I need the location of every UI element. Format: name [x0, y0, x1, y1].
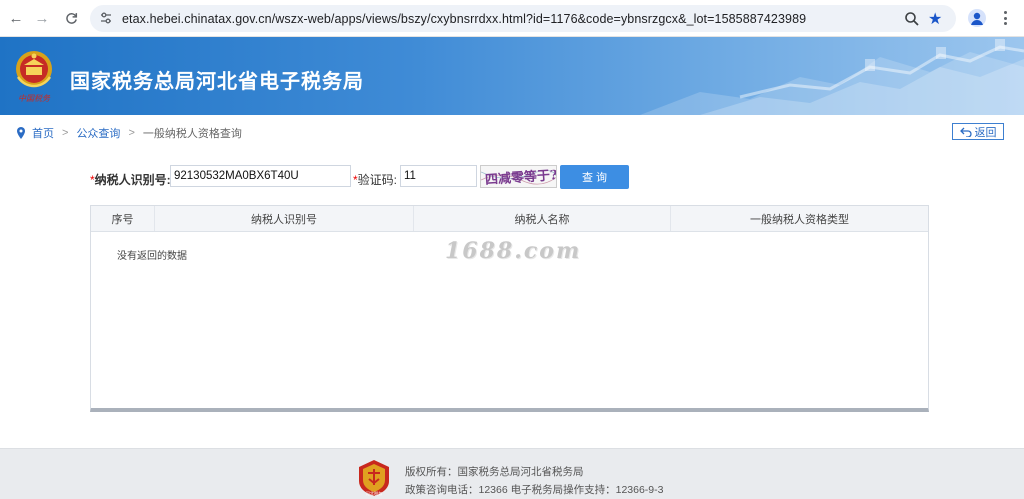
return-arrow-icon — [959, 127, 972, 137]
query-button[interactable]: 查 询 — [560, 165, 629, 189]
footer-copyright: 版权所有：国家税务总局河北省税务局 — [405, 466, 584, 478]
bookmark-star-icon[interactable]: ★ — [928, 9, 942, 29]
breadcrumb-home[interactable]: 首页 — [32, 125, 54, 141]
breadcrumb-current: 一般纳税人资格查询 — [142, 128, 242, 140]
footer-tax-logo-icon: 河北税务 — [359, 460, 389, 497]
browser-toolbar: ← → etax.hebei.chinatax.gov.cn/wszx-web/… — [0, 0, 1024, 37]
captcha-text: 四减零等于? — [485, 167, 557, 188]
emblem-caption: 中国税务 — [18, 94, 51, 103]
location-pin-icon — [17, 127, 25, 139]
address-bar[interactable]: etax.hebei.chinatax.gov.cn/wszx-web/apps… — [90, 5, 956, 32]
column-header-taxpayer-id[interactable]: 纳税人识别号 — [155, 206, 414, 231]
return-button[interactable]: 返回 — [952, 123, 1004, 140]
breadcrumb: 首页 > 公众查询 > 一般纳税人资格查询 — [16, 125, 242, 141]
site-settings-icon[interactable] — [99, 11, 113, 25]
table-header: 序号 纳税人识别号 纳税人名称 一般纳税人资格类型 — [91, 206, 928, 232]
footer-logo-caption: 河北税务 — [366, 490, 384, 497]
footer-hotline: 政策咨询电话：12366 电子税务局操作支持：12366-9-3 — [405, 484, 664, 496]
breadcrumb-separator: > — [128, 127, 135, 139]
url-text[interactable]: etax.hebei.chinatax.gov.cn/wszx-web/apps… — [122, 12, 806, 26]
great-wall-decoration — [640, 39, 1024, 115]
footer: 河北税务 版权所有：国家税务总局河北省税务局 政策咨询电话：12366 电子税务… — [0, 448, 1024, 499]
column-header-index[interactable]: 序号 — [91, 206, 155, 231]
reload-icon[interactable] — [61, 8, 81, 28]
site-banner: 中国税务 国家税务总局河北省电子税务局 — [0, 37, 1024, 115]
captcha-image[interactable]: 四减零等于? — [480, 165, 557, 188]
column-header-taxpayer-name[interactable]: 纳税人名称 — [414, 206, 671, 231]
search-form: *纳税人识别号: *验证码: 四减零等于? 查 询 — [90, 165, 690, 189]
more-menu-icon[interactable] — [1000, 9, 1010, 27]
profile-avatar-icon[interactable] — [968, 9, 986, 27]
column-header-qualification-type[interactable]: 一般纳税人资格类型 — [671, 206, 928, 231]
watermark: 1688.com — [445, 238, 582, 264]
tax-emblem-icon[interactable]: 中国税务 — [10, 47, 58, 105]
back-arrow-icon[interactable]: ← — [6, 8, 26, 28]
forward-arrow-icon[interactable]: → — [32, 8, 52, 28]
return-button-label: 返回 — [974, 126, 997, 139]
breadcrumb-separator: > — [62, 127, 69, 139]
captcha-label: *验证码: — [353, 173, 398, 187]
empty-table-message: 没有返回的数据 — [117, 251, 187, 262]
taxpayer-id-label: *纳税人识别号: — [90, 173, 171, 187]
captcha-input[interactable] — [400, 165, 477, 187]
taxpayer-id-input[interactable] — [170, 165, 351, 187]
results-table: 序号 纳税人识别号 纳税人名称 一般纳税人资格类型 没有返回的数据 — [90, 205, 929, 412]
zoom-icon[interactable] — [904, 11, 920, 27]
site-title: 国家税务总局河北省电子税务局 — [70, 69, 364, 93]
breadcrumb-public-query[interactable]: 公众查询 — [76, 125, 120, 141]
